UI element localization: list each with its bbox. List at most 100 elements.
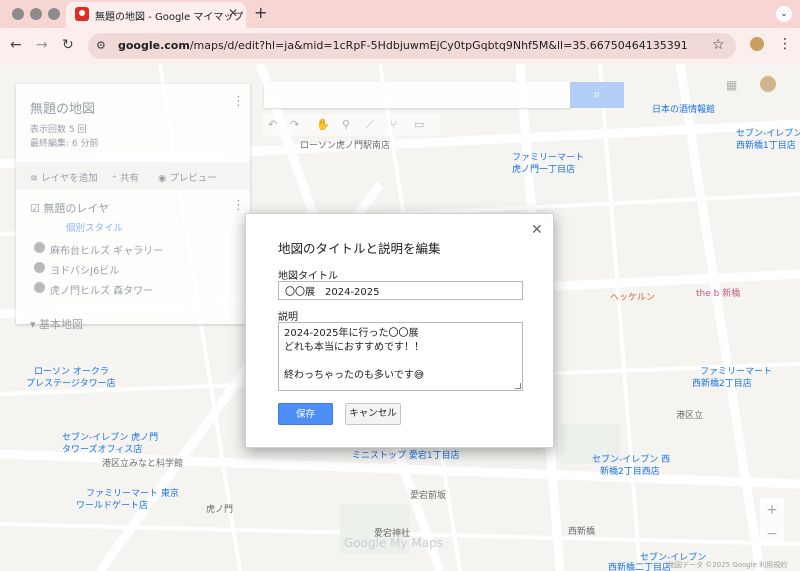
description-line: どれも本当におすすめです！！ [284,342,424,353]
reload-icon[interactable]: ↻ [62,37,74,53]
map-label[interactable]: 新橋2丁目西店 [600,464,660,477]
map-label[interactable]: 港区立みなと科学館 [102,456,183,469]
layer-style-link[interactable]: 個別スタイル [66,220,123,234]
undo-icon[interactable]: ↶ [268,118,277,131]
map-label[interactable]: ローソン虎ノ門駅南店 [300,138,390,151]
url-domain: google.com [118,39,190,52]
edit-title-dialog: ✕ 地図のタイトルと説明を編集 地図タイトル 説明 2024-2025年に行った… [245,213,554,448]
preview-button[interactable]: ◉ プレビュー [158,170,217,184]
map-attribution[interactable]: 地図データ ©2025 Google 利用規約 [668,560,787,570]
add-person-icon: ⁺ [112,173,118,184]
last-edited: 最終編集: 6 分前 [30,139,99,149]
profile-avatar-icon[interactable] [750,37,764,51]
share-button[interactable]: ⁺ 共有 [112,170,139,184]
base-map-item[interactable]: ▾ 基本地図 [30,316,83,332]
map-label[interactable]: 愛宕前坂 [410,488,446,501]
browser-tab[interactable]: 無題の地図 - Google マイマップ ✕ [66,2,246,28]
bookmark-star-icon[interactable]: ☆ [712,37,725,53]
camera-icon [34,262,45,273]
chevron-down-icon: ▾ [30,318,36,331]
map-label[interactable]: ヘッケルン [610,290,655,303]
browser-tab-bar: 無題の地図 - Google マイマップ ✕ + ⌄ [0,0,800,28]
url-text[interactable]: google.com/maps/d/edit?hl=ja&mid=1cRpF-5… [118,39,688,52]
map-title-input[interactable] [278,281,523,300]
map-label[interactable]: 西新橋二丁目店 [608,560,671,571]
place-item[interactable]: ヨドバシJ6ビル [34,262,120,277]
hand-icon[interactable]: ✋ [316,118,330,131]
place-name: 虎ノ門ヒルズ 森タワー [50,286,154,297]
description-line: 終わっちゃったのも多いです😅 [284,370,425,381]
search-button[interactable]: ⌕ [570,82,624,108]
map-label[interactable]: 虎ノ門 [206,502,233,515]
google-my-maps-watermark: Google My Maps [344,536,443,550]
place-name: 麻布台ヒルズ ギャラリー [50,246,164,257]
map-label[interactable]: タワーズオフィス店 [62,442,142,455]
panel-actions: ≋ レイヤを追加 ⁺ 共有 ◉ プレビュー [16,162,250,190]
window-zoom-dot[interactable] [48,8,60,20]
map-label[interactable]: 西新橋2丁目店 [692,376,752,389]
back-arrow-icon[interactable]: ← [10,37,22,53]
window-close-dot[interactable] [12,8,24,20]
share-label: 共有 [120,173,140,184]
map-label[interactable]: ミニストップ 愛宕1丁目店 [352,448,460,461]
description-field-label: 説明 [278,312,298,323]
tab-close-icon[interactable]: ✕ [228,6,238,20]
cancel-button[interactable]: キャンセル [345,403,401,425]
forward-arrow-icon[interactable]: → [36,37,48,53]
resize-handle[interactable] [515,383,521,389]
map-label[interactable]: 西新橋1丁目店 [736,138,796,151]
description-line [284,355,517,369]
map-label[interactable]: 虎ノ門一丁目店 [512,162,575,175]
site-settings-icon[interactable]: ⚙ [96,39,110,53]
maps-favicon-icon [75,7,89,21]
add-layer-button[interactable]: ≋ レイヤを追加 [30,170,98,184]
map-options-icon[interactable]: ⋮ [232,94,245,109]
map-search-input[interactable] [264,82,570,108]
map-toolbar: ↶ ↷ ✋ ⚲ ⟋ ⑂ ▭ [262,114,440,136]
layers-icon: ≋ [30,173,38,184]
map-label[interactable]: 日本の酒情報館 [652,102,715,115]
map-label[interactable]: the b 新橋 [696,286,740,299]
map-title[interactable]: 無題の地図 [30,98,95,117]
account-avatar[interactable] [760,76,776,92]
close-icon[interactable]: ✕ [531,222,543,238]
map-label[interactable]: ワールドゲート店 [76,498,148,511]
marker-icon[interactable]: ⚲ [342,118,350,131]
address-bar-row: ← → ↻ ⚙ google.com/maps/d/edit?hl=ja&mid… [0,28,800,64]
ruler-icon[interactable]: ▭ [414,118,424,131]
url-path: /maps/d/edit?hl=ja&mid=1cRpF-5HdbjuwmEjC… [189,39,688,52]
title-field-label: 地図タイトル [278,271,338,282]
preview-label: プレビュー [169,173,217,184]
save-button[interactable]: 保存 [278,403,333,425]
pin-icon [34,242,45,253]
tab-title: 無題の地図 - Google マイマップ [95,12,244,23]
layer-item[interactable]: ☑ 無題のレイヤ [30,200,109,216]
dialog-title: 地図のタイトルと説明を編集 [278,241,441,256]
line-icon[interactable]: ⟋ [366,118,374,132]
add-layer-label: レイヤを追加 [41,173,98,184]
redo-icon[interactable]: ↷ [290,118,299,131]
layer-name: 無題のレイヤ [43,202,110,215]
window-minimize-dot[interactable] [30,8,42,20]
checkbox-icon[interactable]: ☑ [30,202,40,215]
description-textarea[interactable]: 2024-2025年に行った〇〇展 どれも本当におすすめです！！ 終わっちゃった… [278,322,523,391]
route-icon[interactable]: ⑂ [390,118,397,131]
map-label[interactable]: 西新橋 [568,524,595,537]
tab-search-chevron-icon[interactable]: ⌄ [776,6,792,22]
apps-grid-icon[interactable]: ▦ [726,78,737,92]
map-label[interactable]: プレステージタワー店 [26,376,116,389]
map-label[interactable]: 港区立 [676,408,703,421]
browser-menu-icon[interactable]: ⋮ [778,36,792,52]
zoom-in-button[interactable]: + [760,498,784,522]
layer-options-icon[interactable]: ⋮ [232,198,245,213]
base-map-label: 基本地図 [39,318,84,331]
omnibox[interactable]: ⚙ google.com/maps/d/edit?hl=ja&mid=1cRpF… [88,33,736,59]
place-name: ヨドバシJ6ビル [50,266,120,277]
star-place-icon [34,282,45,293]
new-tab-button[interactable]: + [254,3,267,22]
place-item[interactable]: 虎ノ門ヒルズ 森タワー [34,282,154,297]
zoom-out-button[interactable]: − [760,522,784,546]
view-count: 表示回数 5 回 [30,125,87,135]
place-item[interactable]: 麻布台ヒルズ ギャラリー [34,242,164,257]
map-side-panel: 無題の地図 ⋮ 表示回数 5 回 最終編集: 6 分前 ≋ レイヤを追加 ⁺ 共… [16,84,250,331]
